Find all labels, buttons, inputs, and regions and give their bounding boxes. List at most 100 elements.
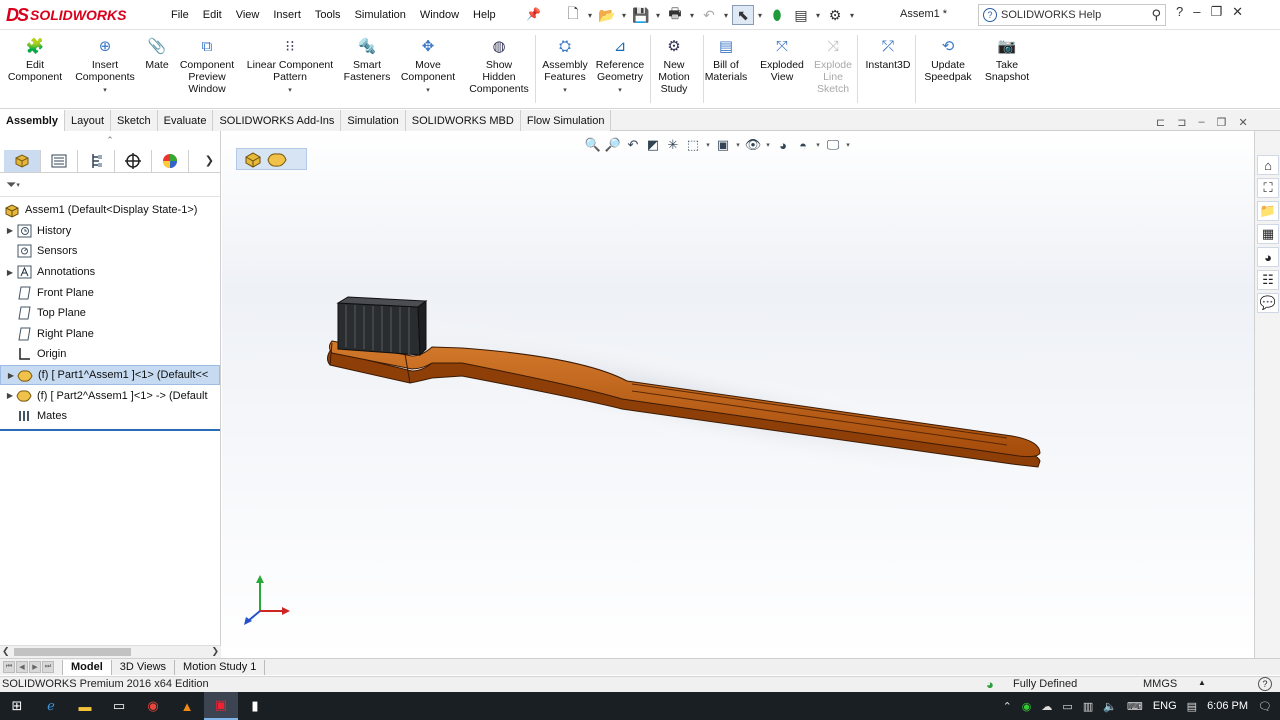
search-icon[interactable]: ⚲ (1151, 7, 1161, 23)
design-library-icon[interactable]: ⛶ (1257, 178, 1279, 198)
app-taskbar-icon[interactable]: ▮ (238, 692, 272, 720)
tab-evaluate[interactable]: Evaluate (157, 110, 214, 131)
explode-line-sketch-button[interactable]: ⤨ Explode Line Sketch (810, 37, 856, 95)
help-search-field[interactable]: ? SOLIDWORKS Help ⚲ (978, 4, 1166, 26)
assembly-features-button[interactable]: ⛭ Assembly Features ▾ (539, 37, 591, 97)
collapse-left-icon[interactable]: ⊏ (1156, 116, 1165, 129)
close-button[interactable]: ✕ (1232, 4, 1243, 20)
save-dropdown-icon[interactable]: ▾ (654, 5, 662, 25)
last-tab-icon[interactable]: ⏭ (42, 661, 54, 673)
tab-simulation[interactable]: Simulation (341, 110, 406, 131)
print-icon[interactable]: 🖶 (664, 5, 686, 25)
exploded-view-button[interactable]: ⤧ Exploded View (756, 37, 808, 83)
open-folder-icon[interactable]: 📂 (596, 5, 618, 25)
tray-cloud-icon[interactable]: ☁ (1041, 700, 1052, 713)
scroll-left-icon[interactable]: ❮ (2, 646, 10, 657)
tab-sketch[interactable]: Sketch (111, 110, 158, 131)
menu-edit[interactable]: Edit (196, 9, 229, 21)
solidworks-resources-icon[interactable]: ⌂ (1257, 155, 1279, 175)
rebuild-traffic-light-icon[interactable]: ⬮ (766, 5, 788, 25)
tab-solidworks-add-ins[interactable]: SOLIDWORKS Add-Ins (213, 110, 342, 131)
tray-volume-icon[interactable]: 🔈 (1103, 700, 1117, 713)
filter-icon[interactable]: ⏷ (6, 177, 16, 193)
dropdown-arrow-icon[interactable]: ▾ (288, 85, 292, 97)
expand-arrow-icon[interactable]: ▶ (5, 371, 17, 380)
terminal-icon[interactable]: ▭ (102, 692, 136, 720)
configuration-manager-tab-icon[interactable] (78, 149, 115, 172)
insert-components-button[interactable]: ⊕ Insert Components ▾ (70, 37, 140, 97)
doc-restore-icon[interactable]: ❐ (1217, 116, 1227, 129)
language-indicator[interactable]: ENG (1153, 700, 1177, 712)
menu-simulation[interactable]: Simulation (348, 9, 413, 21)
dropdown-arrow-icon[interactable]: ▾ (563, 85, 567, 97)
expand-arrow-icon[interactable]: ▶ (4, 391, 16, 400)
select-dropdown-icon[interactable]: ▾ (756, 5, 764, 25)
tree-item-sensors[interactable]: Sensors (0, 241, 220, 262)
clock[interactable]: 6:06 PM (1207, 700, 1248, 712)
panel-horizontal-scrollbar[interactable]: ❮ ❯ (0, 645, 221, 658)
toothbrush-model[interactable] (222, 131, 1254, 658)
help-button[interactable]: ? (1176, 4, 1183, 20)
tree-item-origin[interactable]: Origin (0, 344, 220, 365)
menu-help[interactable]: Help (466, 9, 503, 21)
restore-button[interactable]: ❐ (1210, 4, 1222, 20)
tree-item-front-plane[interactable]: Front Plane (0, 282, 220, 303)
notifications-icon[interactable]: 🗨 (1258, 700, 1272, 713)
tree-root-assembly[interactable]: Assem1 (Default<Display State-1>) (0, 200, 220, 221)
save-icon[interactable]: 💾 (630, 5, 652, 25)
tray-power-icon[interactable]: ▭ (1062, 700, 1072, 713)
minimize-button[interactable]: – (1193, 4, 1200, 20)
first-tab-icon[interactable]: ⏮ (3, 661, 15, 673)
new-document-icon[interactable]: 🗋 (562, 5, 584, 25)
select-pointer-icon[interactable]: ⬉ (732, 5, 754, 25)
tree-item-mates[interactable]: Mates (0, 406, 220, 427)
pin-icon[interactable]: 📌 (526, 7, 541, 21)
next-tab-icon[interactable]: ▶ (29, 661, 41, 673)
options-gear-icon[interactable]: ⚙ (824, 5, 846, 25)
tray-network-icon[interactable]: ▥ (1083, 700, 1093, 713)
file-explorer-icon[interactable]: 📁 (1257, 201, 1279, 221)
appearances-icon[interactable]: ◕ (1257, 247, 1279, 267)
panel-tabs-next-icon[interactable]: ❯ (205, 154, 214, 167)
chrome-icon[interactable]: ◉ (136, 692, 170, 720)
tab-3d-views[interactable]: 3D Views (112, 659, 176, 675)
undo-icon[interactable]: ↶ (698, 5, 720, 25)
smart-fasteners-button[interactable]: 🔩 Smart Fasteners (340, 37, 394, 83)
menu-file[interactable]: File (164, 9, 196, 21)
file-properties-icon[interactable]: ▤ (790, 5, 812, 25)
tab-solidworks-mbd[interactable]: SOLIDWORKS MBD (405, 110, 521, 131)
vlc-icon[interactable]: ▲ (170, 692, 204, 720)
solidworks-taskbar-icon[interactable]: ▣ (204, 692, 238, 720)
expand-arrow-icon[interactable]: ▶ (4, 268, 16, 277)
tree-item-part1[interactable]: ▶ (f) [ Part1^Assem1 ]<1> (Default<< (0, 364, 220, 386)
dropdown-arrow-icon[interactable]: ▾ (426, 85, 430, 97)
component-preview-window-button[interactable]: ⧉ Component Preview Window (175, 37, 239, 95)
scrollbar-thumb[interactable] (14, 648, 131, 656)
view-palette-icon[interactable]: ▦ (1257, 224, 1279, 244)
tab-motion-study-1[interactable]: Motion Study 1 (175, 659, 266, 675)
tab-layout[interactable]: Layout (64, 110, 112, 131)
windows-start-icon[interactable]: ⊞ (0, 692, 34, 720)
new-motion-study-button[interactable]: ⚙ New Motion Study (654, 37, 694, 95)
file-properties-dropdown-icon[interactable]: ▾ (814, 5, 822, 25)
show-hidden-components-button[interactable]: ◍ Show Hidden Components (466, 37, 532, 95)
tray-chevron-icon[interactable]: ⌃ (1003, 700, 1012, 713)
edit-component-button[interactable]: 🧩 Edit Component (6, 37, 64, 83)
custom-properties-icon[interactable]: ☷ (1257, 270, 1279, 290)
prev-tab-icon[interactable]: ◀ (16, 661, 28, 673)
feature-manager-tab-icon[interactable] (4, 149, 41, 172)
tree-item-top-plane[interactable]: Top Plane (0, 303, 220, 324)
tree-item-part2[interactable]: ▶ (f) [ Part2^Assem1 ]<1> -> (Default (0, 385, 220, 406)
tray-app-icon[interactable]: ◉ (1022, 700, 1032, 713)
new-dropdown-icon[interactable]: ▾ (586, 5, 594, 25)
tray-keyboard-icon[interactable]: ⌨ (1127, 700, 1143, 713)
collapse-right-icon[interactable]: ⊐ (1177, 116, 1186, 129)
tab-flow-simulation[interactable]: Flow Simulation (520, 110, 612, 131)
take-snapshot-button[interactable]: 📷 Take Snapshot (981, 37, 1033, 83)
tree-rollback-bar[interactable] (0, 429, 220, 431)
options-dropdown-icon[interactable]: ▾ (848, 5, 856, 25)
dropdown-arrow-icon[interactable]: ▾ (103, 85, 107, 97)
tray-extra-icon[interactable]: ▤ (1187, 700, 1197, 713)
open-dropdown-icon[interactable]: ▾ (620, 5, 628, 25)
tab-assembly[interactable]: Assembly (0, 110, 65, 131)
